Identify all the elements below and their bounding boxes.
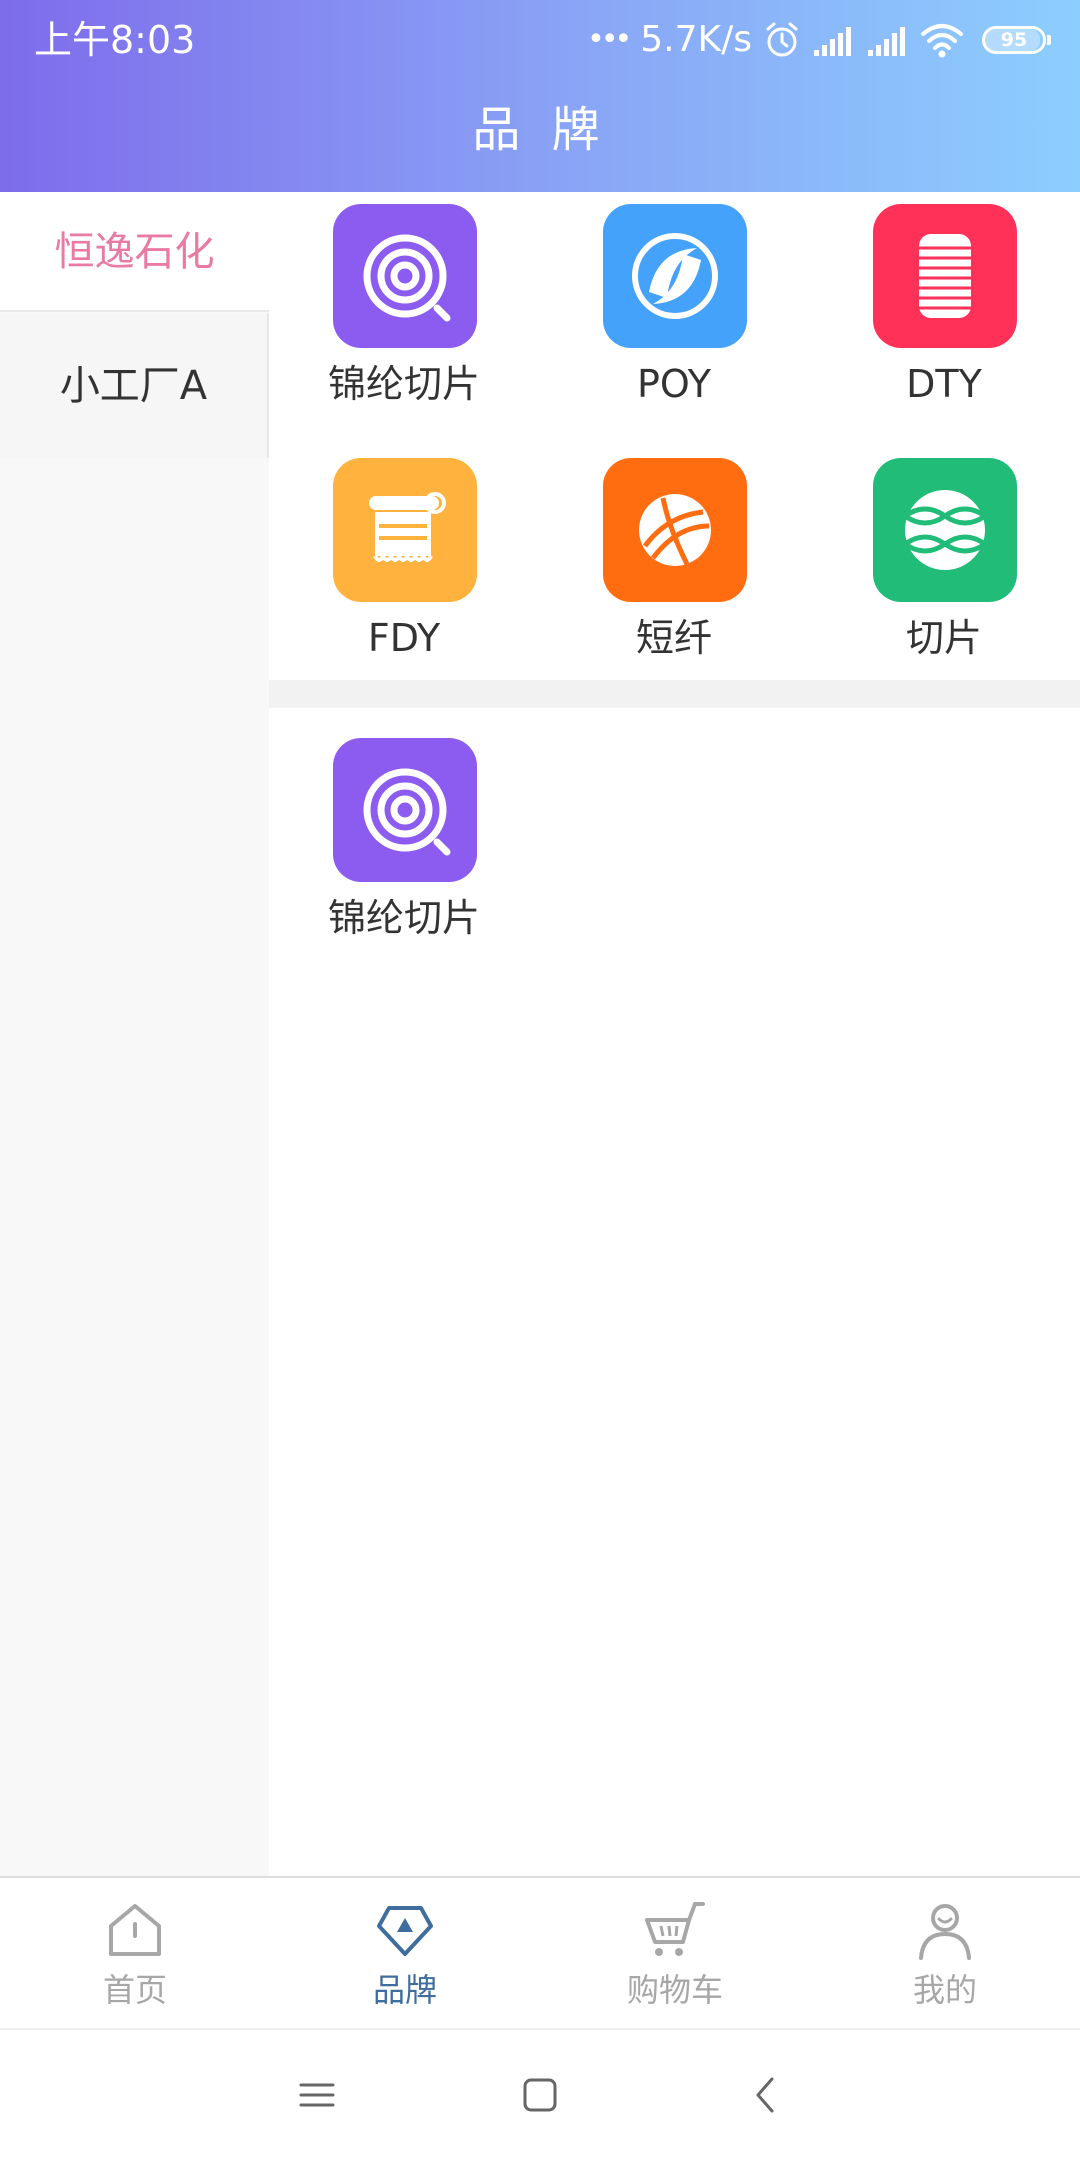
home-square-icon[interactable]	[510, 2065, 570, 2125]
yarn-ball-icon	[603, 458, 747, 602]
header: 上午8:03 ••• 5.7K/s 95 品 牌	[0, 0, 1080, 192]
diamond-icon	[375, 1900, 435, 1960]
sidebar-item-hengyi[interactable]: 恒逸石化	[0, 192, 269, 312]
tab-label: 购物车	[626, 1971, 723, 2009]
product-label: 锦纶切片	[327, 362, 480, 406]
product-section-1: 锦纶切片 POY DTY FDY 短纤 切片	[269, 192, 1080, 680]
status-bar: 上午8:03 ••• 5.7K/s 95	[0, 0, 1080, 80]
sidebar-item-factory-a[interactable]: 小工厂A	[0, 314, 269, 458]
network-speed: 5.7K/s	[640, 19, 752, 60]
net-icon	[873, 458, 1017, 602]
alarm-icon	[764, 20, 800, 60]
battery-percent: 95	[1000, 29, 1028, 51]
spiral-icon	[333, 204, 477, 348]
product-label: POY	[637, 362, 711, 406]
product-label: 切片	[905, 616, 982, 660]
product-label: 锦纶切片	[327, 896, 480, 940]
signal-icon-1	[812, 20, 854, 60]
battery-tip	[1047, 35, 1051, 45]
status-time: 上午8:03	[34, 18, 196, 62]
spiral-icon	[333, 738, 477, 882]
product-label: DTY	[906, 362, 982, 406]
page-title: 品 牌	[472, 102, 608, 158]
system-nav-bar	[0, 2030, 1080, 2160]
product-label: FDY	[367, 616, 441, 660]
section-divider	[269, 680, 1080, 708]
product-tile-poy[interactable]: POY	[539, 192, 809, 446]
product-tile-chip[interactable]: 切片	[809, 446, 1079, 700]
battery-icon: 95	[982, 26, 1051, 54]
product-tile-fdy[interactable]: FDY	[269, 446, 539, 700]
status-indicators: ••• 5.7K/s 95	[587, 16, 1051, 64]
bottom-tab-bar: 首页 品牌 购物车 我的	[0, 1876, 1080, 2030]
back-icon[interactable]	[736, 2065, 796, 2125]
product-tile-staple-fiber[interactable]: 短纤	[539, 446, 809, 700]
tab-label: 首页	[102, 1971, 167, 2009]
cart-icon	[645, 1900, 705, 1960]
brand-content: 锦纶切片 POY DTY FDY 短纤 切片 锦纶切片	[269, 192, 1080, 1876]
screen: 上午8:03 ••• 5.7K/s 95 品 牌 恒逸石化 小工厂A 锦纶切片 …	[0, 0, 1080, 2160]
spool-icon	[873, 204, 1017, 348]
wifi-icon	[920, 20, 964, 60]
fabric-roll-icon	[333, 458, 477, 602]
user-icon	[915, 1900, 975, 1960]
product-section-2: 锦纶切片	[269, 708, 1080, 968]
notification-dots-icon: •••	[587, 22, 632, 57]
swirl-logo-icon	[603, 204, 747, 348]
signal-icon-2	[866, 20, 908, 60]
menu-icon[interactable]	[287, 2065, 347, 2125]
home-icon	[105, 1900, 165, 1960]
tab-cart[interactable]: 购物车	[540, 1878, 810, 2030]
tab-brand[interactable]: 品牌	[270, 1878, 540, 2030]
product-tile-nylon-chip[interactable]: 锦纶切片	[269, 726, 539, 980]
product-label: 短纤	[635, 616, 712, 660]
tab-mine[interactable]: 我的	[810, 1878, 1080, 2030]
tab-label: 我的	[912, 1971, 977, 2009]
product-tile-dty[interactable]: DTY	[809, 192, 1079, 446]
product-tile-nylon-chip[interactable]: 锦纶切片	[269, 192, 539, 446]
sidebar: 恒逸石化 小工厂A	[0, 192, 269, 1876]
tab-home[interactable]: 首页	[0, 1878, 270, 2030]
tab-label: 品牌	[372, 1971, 437, 2009]
